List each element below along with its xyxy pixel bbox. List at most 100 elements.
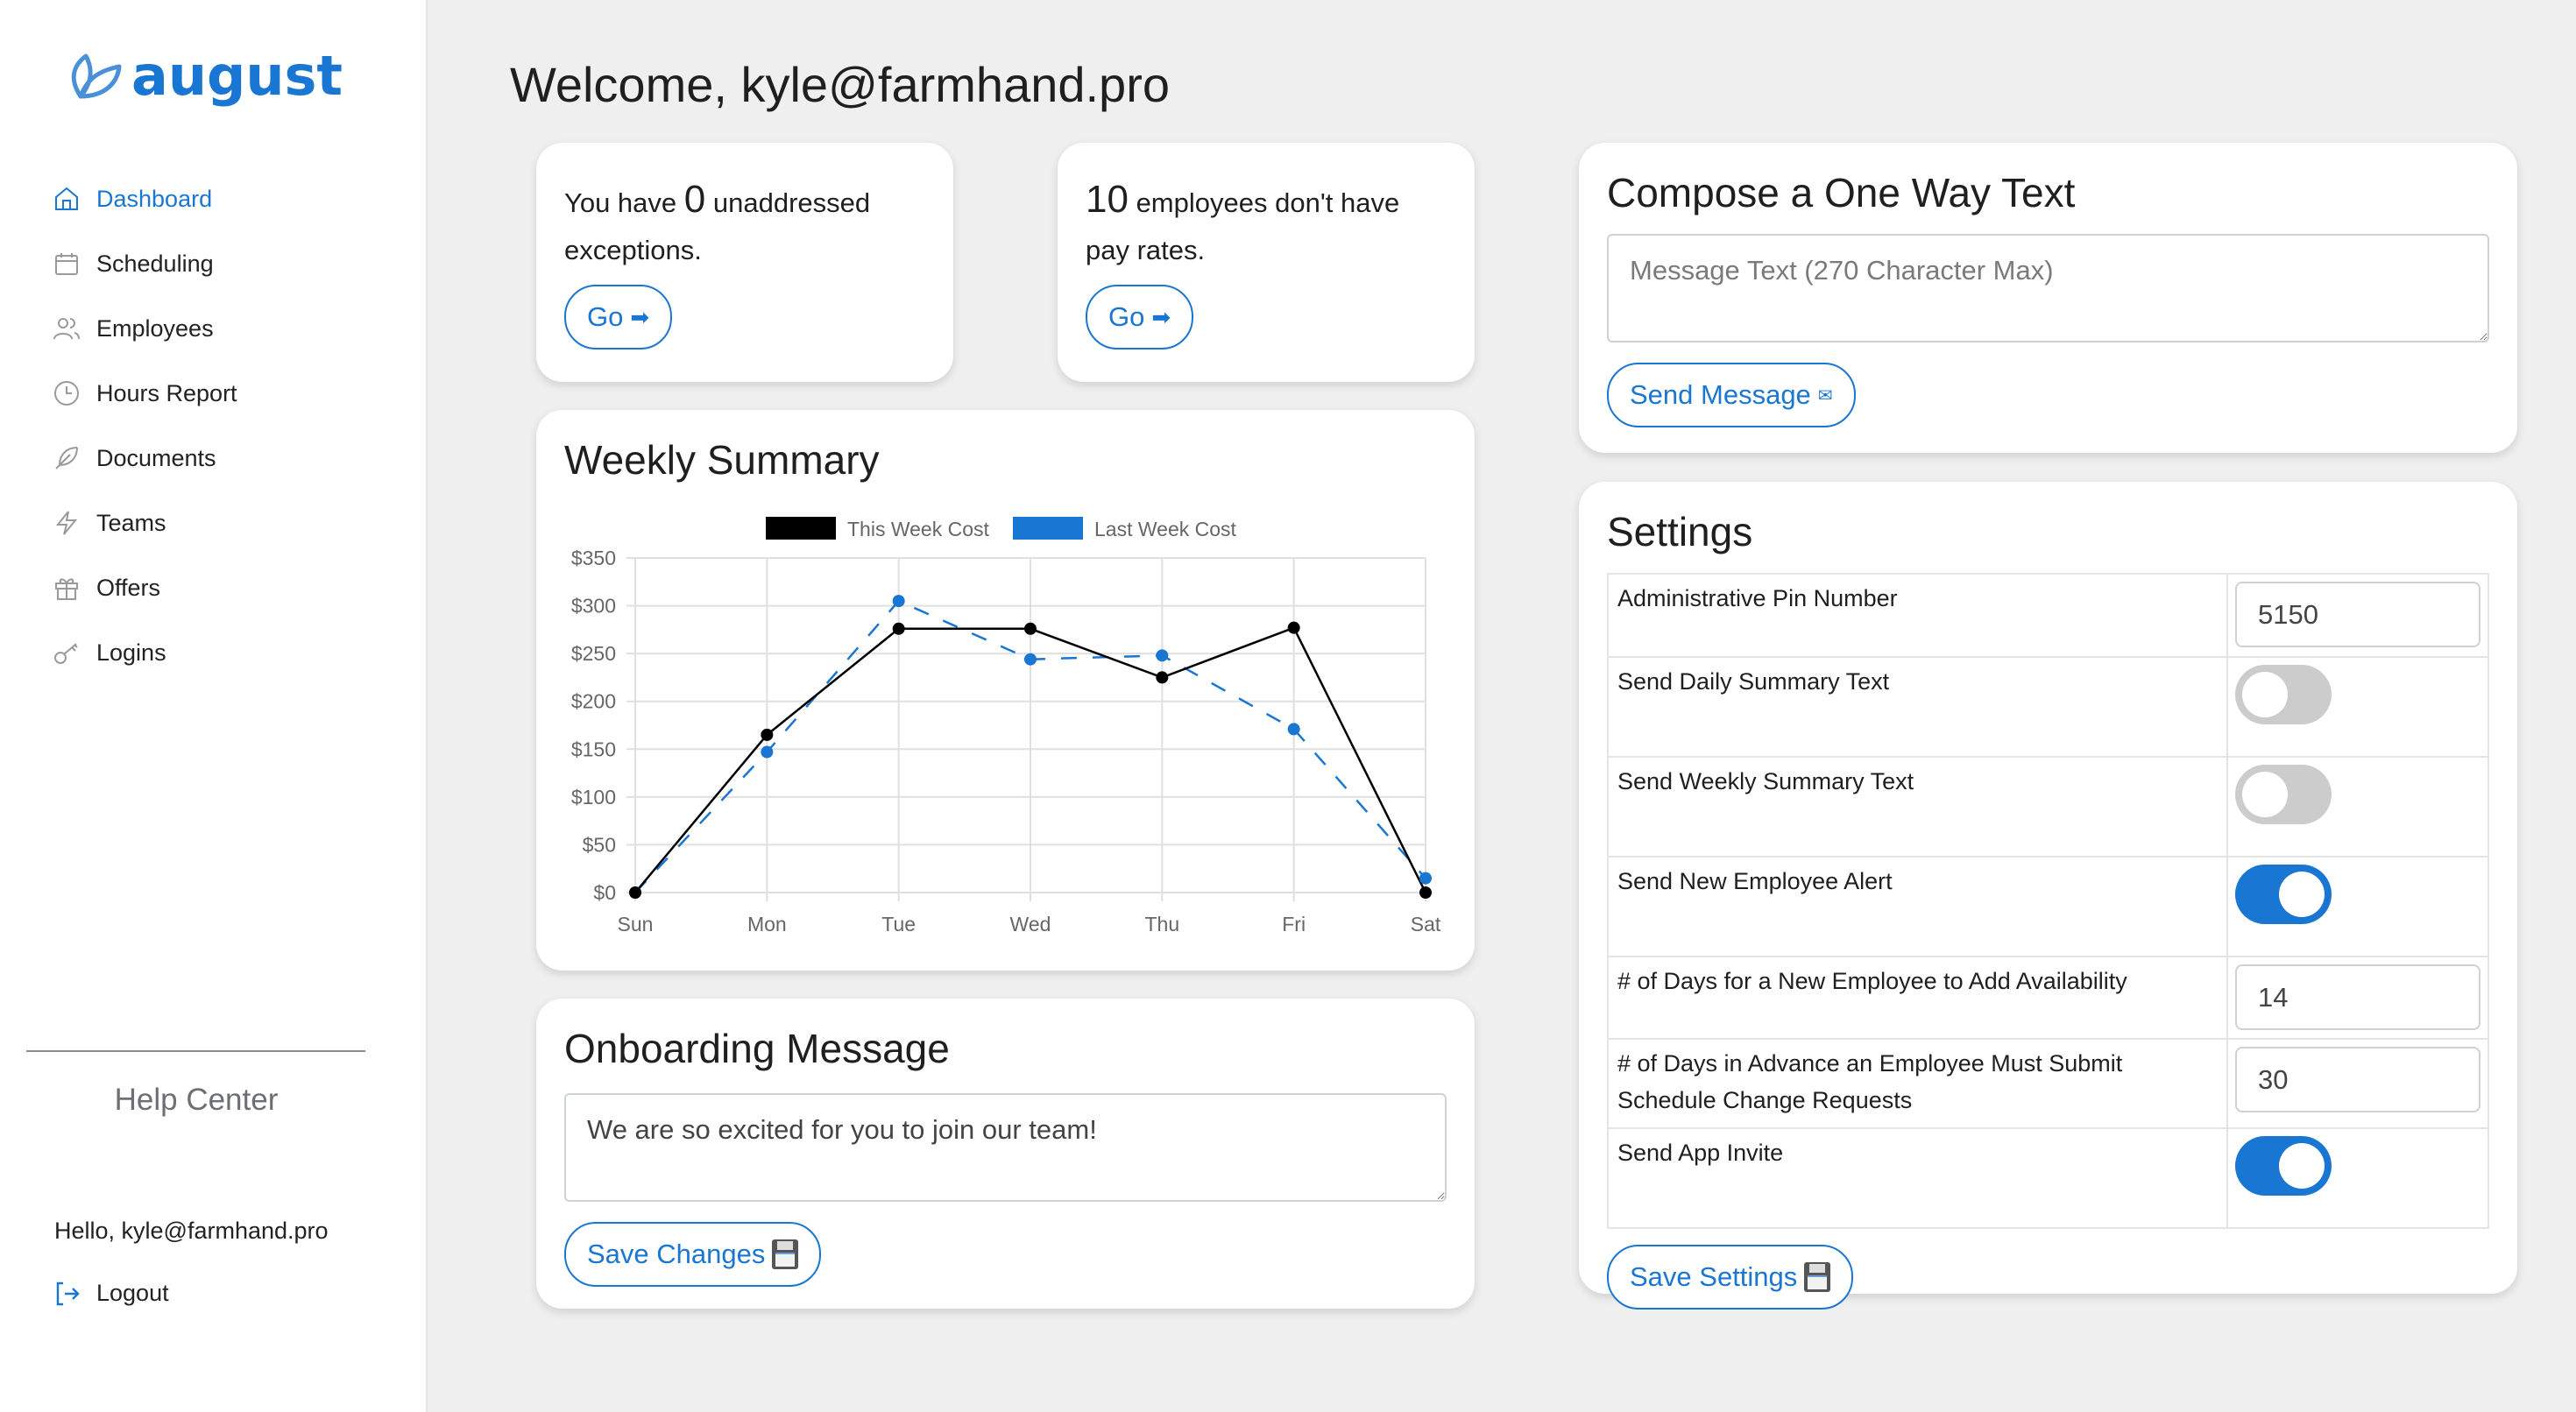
exceptions-prefix: You have (564, 187, 684, 218)
chart-grid (626, 557, 1426, 901)
y-tick-label: $150 (571, 738, 616, 760)
toggle-knob (2279, 872, 2325, 917)
lightning-icon (53, 509, 81, 537)
exceptions-go-button[interactable]: Go ➡ (564, 285, 673, 349)
brand-name: august (131, 44, 343, 108)
logout-button[interactable]: Logout (54, 1280, 169, 1307)
settings-card: Settings Administrative Pin Number Send … (1579, 482, 2517, 1310)
sidebar-item-teams[interactable]: Teams (53, 491, 237, 555)
sidebar-item-documents[interactable]: Documents (53, 426, 237, 491)
leaf-logo-icon (71, 53, 122, 99)
sidebar-item-label: Scheduling (96, 250, 214, 277)
setting-row: Send App Invite (1607, 1127, 2489, 1229)
floppy-disk-icon (772, 1239, 799, 1269)
legend-label: Last Week Cost (1094, 518, 1237, 540)
data-point (1024, 653, 1037, 666)
floppy-disk-icon (1804, 1262, 1831, 1292)
y-tick-label: $350 (571, 547, 616, 569)
sidebar-item-logins[interactable]: Logins (53, 620, 237, 685)
setting-label: Send Daily Summary Text (1607, 656, 2228, 758)
x-tick-label: Fri (1282, 913, 1306, 935)
help-center-link[interactable]: Help Center (0, 1083, 393, 1118)
y-tick-label: $100 (571, 786, 616, 808)
sidebar-item-label: Teams (96, 509, 166, 536)
arrow-right-icon: ➡ (630, 303, 650, 330)
setting-row: # of Days for a New Employee to Add Avai… (1607, 956, 2489, 1040)
feather-icon (53, 444, 81, 472)
sidebar-item-offers[interactable]: Offers (53, 555, 237, 620)
brand-logo[interactable]: august (68, 44, 343, 109)
settings-table: Administrative Pin Number Send Daily Sum… (1607, 573, 2489, 1229)
weekly-summary-card: Weekly Summary $0 $50 $100 $150 $200 $250 $300… (536, 410, 1475, 971)
new-employee-alert-toggle[interactable] (2235, 865, 2332, 924)
onboarding-card: Onboarding Message We are so excited for… (536, 999, 1475, 1309)
legend-swatch (766, 517, 836, 540)
data-point (892, 622, 905, 635)
logout-label: Logout (96, 1280, 169, 1306)
save-settings-button[interactable]: Save Settings (1607, 1245, 1854, 1310)
y-tick-label: $200 (571, 690, 616, 713)
setting-label: # of Days in Advance an Employee Must Su… (1607, 1038, 2228, 1129)
availability-days-input[interactable] (2235, 964, 2480, 1030)
setting-row: Send New Employee Alert (1607, 856, 2489, 957)
onboarding-message-input[interactable]: We are so excited for you to join our te… (564, 1093, 1447, 1202)
admin-pin-input[interactable] (2235, 582, 2480, 647)
setting-label: Send App Invite (1607, 1127, 2228, 1229)
setting-row: Send Daily Summary Text (1607, 656, 2489, 758)
sidebar-divider (26, 1050, 365, 1052)
data-point (1156, 671, 1169, 684)
toggle-knob (2242, 672, 2288, 717)
sidebar-item-dashboard[interactable]: Dashboard (53, 166, 237, 231)
home-icon (53, 185, 81, 213)
data-point (1024, 622, 1037, 635)
payrates-go-button[interactable]: Go ➡ (1086, 285, 1194, 349)
setting-label: # of Days for a New Employee to Add Avai… (1607, 956, 2228, 1040)
weekly-cost-chart: $0 $50 $100 $150 $200 $250 $300 $350 Sun Mon Tue We… (571, 517, 1441, 935)
clock-icon (53, 379, 81, 407)
setting-row: # of Days in Advance an Employee Must Su… (1607, 1038, 2489, 1129)
setting-label: Administrative Pin Number (1607, 573, 2228, 658)
setting-row: Send Weekly Summary Text (1607, 756, 2489, 858)
y-tick-label: $50 (583, 833, 616, 856)
message-text-input[interactable] (1607, 234, 2489, 342)
sidebar-item-employees[interactable]: Employees (53, 296, 237, 361)
data-point (1419, 886, 1432, 899)
calendar-icon (53, 250, 81, 278)
y-tick-label: $250 (571, 642, 616, 665)
payrates-card: 10 employees don't have pay rates. Go ➡ (1058, 143, 1475, 382)
legend-label: This Week Cost (847, 518, 990, 540)
sidebar-item-scheduling[interactable]: Scheduling (53, 231, 237, 296)
sidebar-item-hours-report[interactable]: Hours Report (53, 361, 237, 426)
sidebar-item-label: Offers (96, 574, 161, 601)
payrates-text: 10 employees don't have pay rates. (1086, 176, 1447, 274)
setting-row: Administrative Pin Number (1607, 573, 2489, 658)
data-point (1287, 621, 1300, 634)
users-icon (53, 314, 81, 342)
key-icon (53, 639, 81, 667)
send-message-button[interactable]: Send Message ✉ (1607, 363, 1856, 427)
data-point (1419, 872, 1432, 885)
x-tick-label: Wed (1010, 913, 1051, 935)
setting-label: Send Weekly Summary Text (1607, 756, 2228, 858)
schedule-change-days-input[interactable] (2235, 1047, 2480, 1112)
send-message-label: Send Message (1630, 379, 1811, 410)
sidebar-item-label: Documents (96, 444, 216, 471)
sidebar: august Dashboard Scheduling Employees Ho… (0, 0, 428, 1412)
y-tick-label: $0 (593, 881, 616, 904)
sidebar-item-label: Dashboard (96, 185, 213, 212)
data-point (761, 745, 774, 759)
weekly-summary-toggle[interactable] (2235, 765, 2332, 824)
data-point (1287, 723, 1300, 736)
x-tick-label: Tue (881, 913, 916, 935)
data-point (892, 595, 905, 608)
y-tick-label: $300 (571, 595, 616, 618)
gift-icon (53, 574, 81, 602)
arrow-right-icon: ➡ (1151, 303, 1171, 330)
daily-summary-toggle[interactable] (2235, 665, 2332, 724)
app-invite-toggle[interactable] (2235, 1136, 2332, 1196)
toggle-knob (2279, 1143, 2325, 1189)
sidebar-item-label: Hours Report (96, 379, 237, 406)
exceptions-text: You have 0 unaddressed exceptions. (564, 176, 925, 274)
data-point (1156, 649, 1169, 662)
save-changes-button[interactable]: Save Changes (564, 1222, 822, 1287)
